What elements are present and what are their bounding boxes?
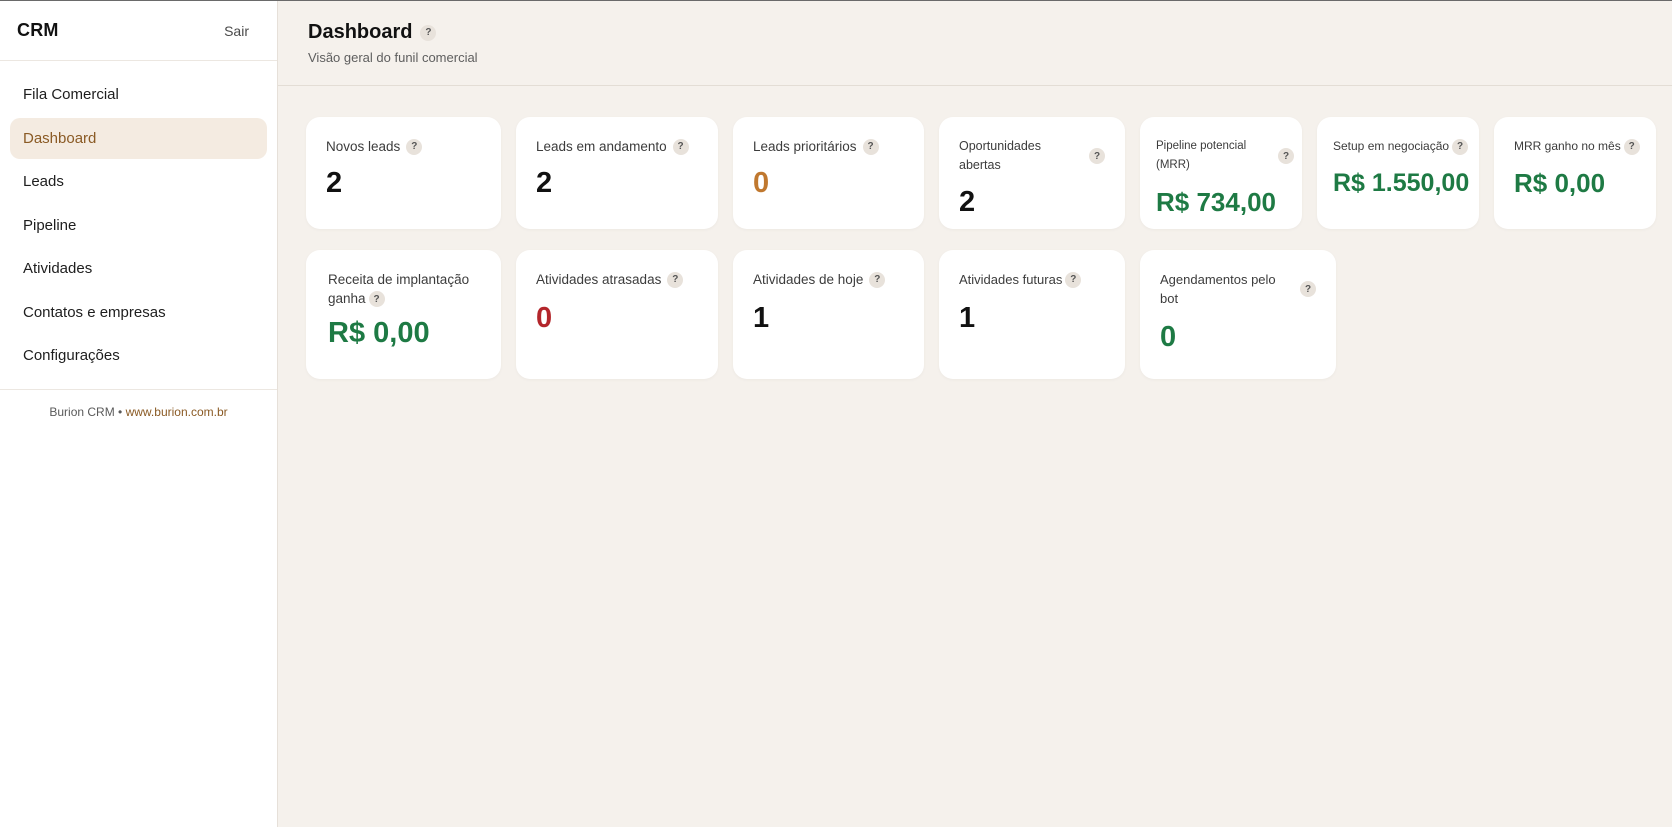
card-value: 1 [753,302,770,334]
help-icon[interactable]: ? [1623,138,1640,155]
help-icon[interactable]: ? [672,138,689,155]
card-novos-leads: Novos leads? 2 [306,117,501,229]
card-value: 0 [1160,321,1177,353]
card-value: R$ 0,00 [1514,168,1606,198]
help-icon[interactable]: ? [1300,281,1316,297]
card-value: R$ 0,00 [328,317,430,349]
sidebar: CRM Sair Fila Comercial Dashboard Leads … [0,1,278,827]
cards-row-1: Novos leads? 2 Leads em andamento? 2 Lea… [306,117,1656,229]
footer-text: Burion CRM • [49,404,123,419]
help-icon[interactable]: ? [1452,138,1469,155]
page-subtitle: Visão geral do funil comercial [308,50,478,65]
cards-row-2: Receita de implantação ganha? R$ 0,00 At… [306,250,1656,379]
sidebar-item-pipeline[interactable]: Pipeline [10,205,267,247]
card-label: Oportunidades abertas [959,139,1042,172]
card-value: 2 [536,167,553,199]
card-leads-prioritarios: Leads prioritários? 0 [733,117,924,229]
footer-link[interactable]: www.burion.com.br [126,405,228,419]
card-value: 2 [326,167,343,199]
card-pipeline-potencial: Pipeline potencial (MRR)? R$ 734,00 [1140,117,1302,229]
sidebar-item-leads[interactable]: Leads [10,161,267,203]
card-atividades-de-hoje: Atividades de hoje? 1 [733,250,924,379]
card-leads-em-andamento: Leads em andamento? 2 [516,117,718,229]
card-value: 0 [536,302,553,334]
logout-button[interactable]: Sair [224,23,249,39]
card-label: Leads prioritários [753,139,857,154]
card-label: MRR ganho no mês [1514,139,1621,153]
card-value: R$ 1.550,00 [1333,169,1470,197]
card-mrr-ganho-no-mes: MRR ganho no mês? R$ 0,00 [1494,117,1656,229]
card-label: Novos leads [326,139,401,154]
sidebar-footer: Burion CRM • www.burion.com.br [0,390,277,434]
card-label: Setup em negociação [1333,139,1450,153]
card-value: 2 [959,186,976,218]
help-icon[interactable]: ? [368,291,385,308]
sidebar-item-contatos-empresas[interactable]: Contatos e empresas [10,292,267,334]
card-value: R$ 734,00 [1156,187,1276,217]
help-icon[interactable]: ? [667,271,684,288]
card-setup-em-negociacao: Setup em negociação? R$ 1.550,00 [1317,117,1479,229]
page-title: Dashboard [308,21,413,43]
sidebar-nav: Fila Comercial Dashboard Leads Pipeline … [0,61,277,390]
sidebar-item-fila-comercial[interactable]: Fila Comercial [10,74,267,116]
card-atividades-futuras: Atividades futuras? 1 [939,250,1125,379]
help-icon[interactable]: ? [420,24,437,41]
card-label: Atividades futuras [959,272,1063,287]
card-agendamentos-pelo-bot: Agendamentos pelo bot? 0 [1140,250,1336,379]
help-icon[interactable]: ? [862,138,879,155]
sidebar-item-atividades[interactable]: Atividades [10,248,267,290]
card-label: Leads em andamento [536,139,667,154]
brand-logo: CRM [17,20,59,40]
main-area: Dashboard ? Visão geral do funil comerci… [278,1,1672,827]
card-label: Atividades atrasadas [536,272,662,287]
help-icon[interactable]: ? [1278,148,1294,164]
page-header: Dashboard ? Visão geral do funil comerci… [278,1,1672,86]
help-icon[interactable]: ? [1065,271,1082,288]
card-value: 1 [959,302,976,334]
card-atividades-atrasadas: Atividades atrasadas? 0 [516,250,718,379]
card-label: Atividades de hoje [753,272,864,287]
card-label: Pipeline potencial (MRR) [1156,140,1247,171]
help-icon[interactable]: ? [1089,148,1105,164]
sidebar-item-dashboard[interactable]: Dashboard [10,117,267,159]
card-oportunidades-abertas: Oportunidades abertas? 2 [939,117,1125,229]
help-icon[interactable]: ? [406,138,423,155]
sidebar-header: CRM Sair [0,1,277,61]
dashboard-cards: Novos leads? 2 Leads em andamento? 2 Lea… [278,86,1672,400]
card-label: Receita de implantação ganha [328,272,470,306]
card-label: Agendamentos pelo bot [1160,272,1276,306]
card-receita-implantacao: Receita de implantação ganha? R$ 0,00 [306,250,501,379]
card-value: 0 [753,167,770,199]
sidebar-item-configuracoes[interactable]: Configurações [10,335,267,377]
help-icon[interactable]: ? [869,271,886,288]
